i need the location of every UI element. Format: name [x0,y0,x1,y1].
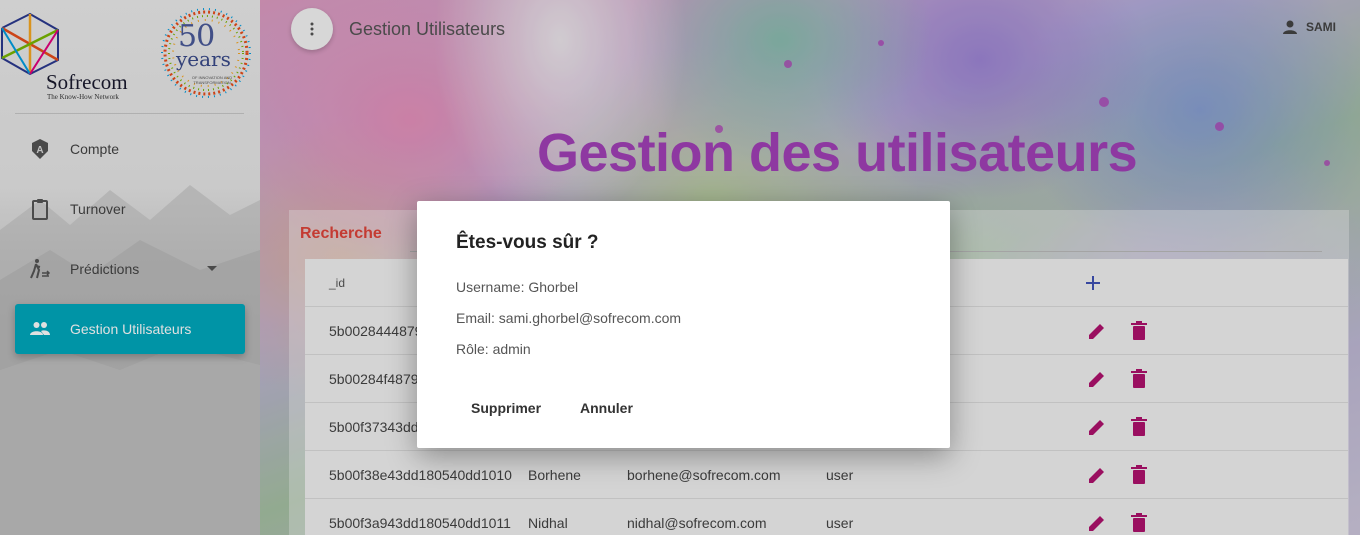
dialog-role: Rôle: admin [456,341,531,357]
dialog-username: Username: Ghorbel [456,279,579,295]
cancel-button[interactable]: Annuler [564,390,649,426]
dialog-title: Êtes-vous sûr ? [456,232,599,253]
dialog-email: Email: sami.ghorbel@sofrecom.com [456,310,682,326]
confirm-delete-dialog: Êtes-vous sûr ? Username: Ghorbel Email:… [417,201,950,448]
delete-button[interactable]: Supprimer [455,390,557,426]
